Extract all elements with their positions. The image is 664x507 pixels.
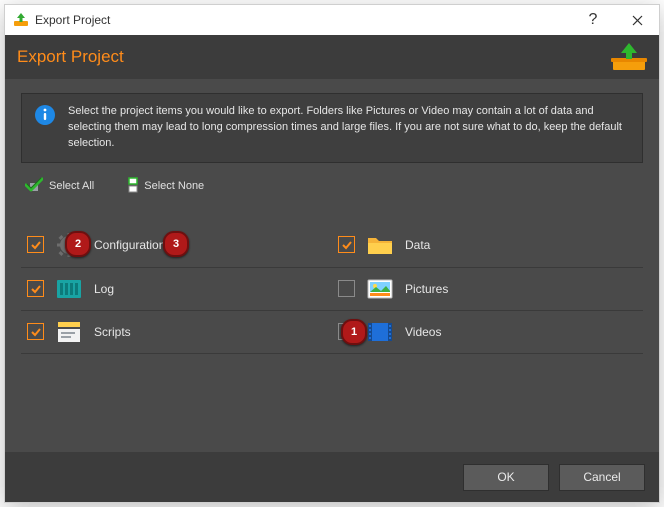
selection-controls: Select All Select None <box>25 177 639 196</box>
help-button[interactable]: ? <box>571 5 615 35</box>
info-icon <box>34 104 56 129</box>
checkbox-configurations[interactable] <box>27 236 44 253</box>
info-text: Select the project items you would like … <box>68 104 630 152</box>
item-label: Configurations <box>94 238 171 252</box>
scripts-icon <box>54 320 84 344</box>
ok-button[interactable]: OK <box>463 464 549 491</box>
dialog-footer: OK Cancel <box>5 452 659 502</box>
window-title: Export Project <box>35 13 110 27</box>
annotation-badge-2: 2 <box>65 231 91 257</box>
checkbox-data[interactable] <box>338 236 355 253</box>
item-data[interactable]: Data <box>332 224 643 266</box>
export-tray-icon <box>611 42 647 72</box>
annotation-badge-1: 1 <box>341 319 367 345</box>
dialog-header: Export Project <box>5 35 659 79</box>
item-label: Pictures <box>405 282 448 296</box>
select-none-label: Select None <box>144 180 204 192</box>
videos-icon <box>365 320 395 344</box>
titlebar: Export Project ? <box>5 5 659 35</box>
item-label: Log <box>94 282 114 296</box>
export-items-grid: Configurations Data <box>21 224 643 354</box>
item-pictures[interactable]: Pictures <box>332 269 643 309</box>
folder-icon <box>365 233 395 257</box>
item-label: Data <box>405 238 430 252</box>
item-label: Scripts <box>94 325 131 339</box>
checkbox-scripts[interactable] <box>27 323 44 340</box>
select-all-button[interactable]: Select All <box>25 177 94 196</box>
item-log[interactable]: Log <box>21 269 332 309</box>
item-label: Videos <box>405 325 441 339</box>
export-project-dialog: Export Project ? Export Project <box>4 4 660 503</box>
dialog-heading: Export Project <box>17 47 124 67</box>
annotation-badge-3: 3 <box>163 231 189 257</box>
item-videos[interactable]: Videos <box>332 312 643 352</box>
close-button[interactable] <box>615 5 659 35</box>
item-scripts[interactable]: Scripts <box>21 312 332 352</box>
app-icon <box>13 12 29 28</box>
log-icon <box>54 277 84 301</box>
close-icon <box>632 15 643 26</box>
select-none-icon <box>128 177 138 196</box>
info-box: Select the project items you would like … <box>21 93 643 163</box>
select-none-button[interactable]: Select None <box>128 177 204 196</box>
checkbox-log[interactable] <box>27 280 44 297</box>
select-all-label: Select All <box>49 180 94 192</box>
pictures-icon <box>365 277 395 301</box>
cancel-button[interactable]: Cancel <box>559 464 645 491</box>
dialog-body: Select the project items you would like … <box>5 79 659 452</box>
select-all-icon <box>25 177 43 196</box>
checkbox-pictures[interactable] <box>338 280 355 297</box>
